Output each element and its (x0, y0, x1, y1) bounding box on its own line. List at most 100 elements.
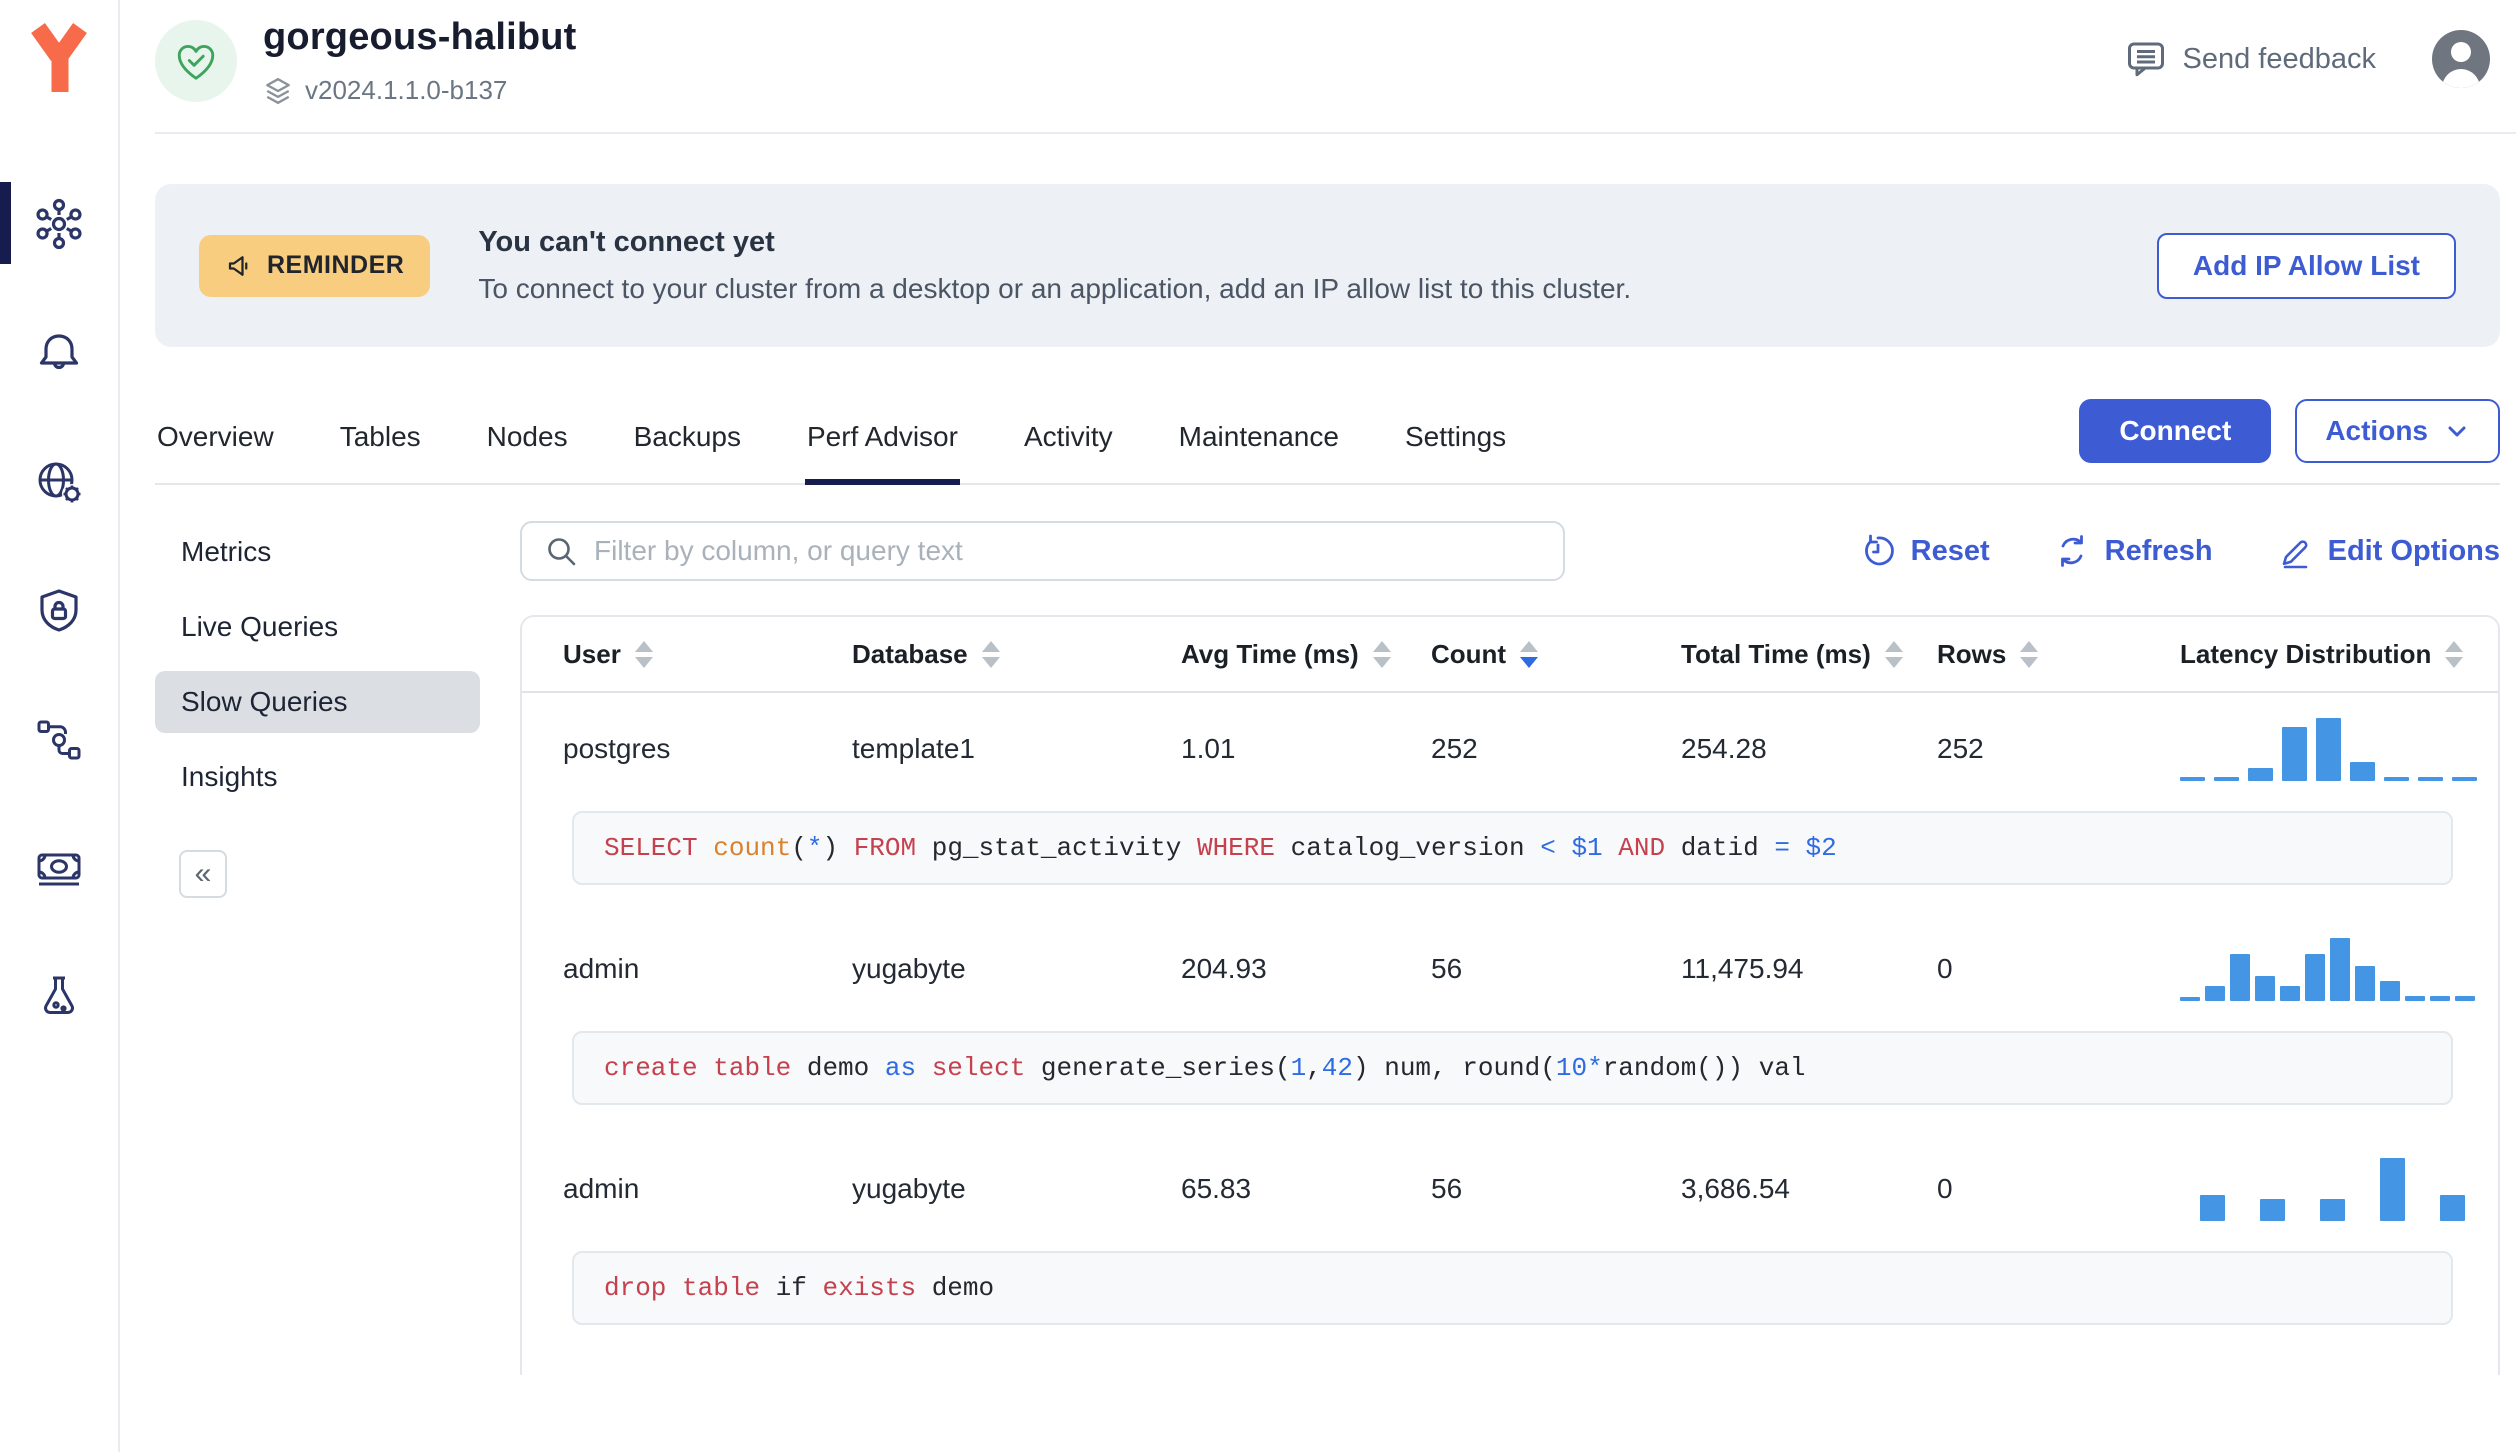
yugabyte-logo[interactable] (27, 22, 91, 98)
cell-database: yugabyte (852, 953, 966, 984)
subnav-item-insights[interactable]: Insights (155, 746, 480, 808)
edit-options-label: Edit Options (2327, 534, 2500, 567)
edit-options-button[interactable]: Edit Options (2277, 533, 2500, 569)
column-label: User (563, 638, 621, 669)
column-header-database[interactable]: Database (852, 639, 1181, 670)
rail-item-alerts[interactable] (0, 317, 118, 389)
send-feedback-label: Send feedback (2182, 42, 2376, 75)
cell-rows: 0 (1937, 1173, 1953, 1204)
cluster-icon (36, 198, 82, 250)
filter-box (520, 521, 1565, 581)
cell-database: yugabyte (852, 1173, 966, 1204)
reminder-badge-label: REMINDER (267, 251, 405, 279)
refresh-button[interactable]: Refresh (2054, 533, 2213, 569)
rail-item-integrations[interactable] (0, 704, 118, 776)
cell-total-time-ms: 11,475.94 (1681, 953, 1804, 984)
tab-activity[interactable]: Activity (1022, 403, 1115, 485)
sort-arrows-icon (2020, 640, 2039, 668)
tab-nodes[interactable]: Nodes (485, 403, 570, 485)
layers-icon (266, 77, 290, 104)
histogram-bar (2180, 996, 2200, 1001)
page-header: gorgeous-halibut v2024.1.1.0-b137 Send f… (122, 0, 2516, 106)
cell-user: postgres (563, 733, 671, 764)
column-label: Latency Distribution (2180, 638, 2432, 669)
histogram-bar (2260, 1198, 2285, 1221)
refresh-icon (2060, 535, 2083, 567)
table-row[interactable]: postgres template1 1.01 252 254.28 252 (522, 693, 2498, 805)
histogram-bar (2350, 761, 2375, 781)
cluster-health-badge (155, 20, 237, 102)
cell-count: 56 (1431, 953, 1463, 984)
subnav-item-live-queries[interactable]: Live Queries (155, 596, 480, 658)
rail-item-clusters[interactable] (0, 182, 118, 264)
app-icon-rail (0, 0, 120, 1452)
column-label: Avg Time (ms) (1181, 638, 1359, 669)
reminder-badge: REMINDER (199, 234, 431, 297)
histogram-bar (2255, 975, 2275, 1001)
reset-history-icon (1864, 534, 1894, 566)
connect-button[interactable]: Connect (2079, 399, 2272, 463)
query-text-block: drop table if exists demo (572, 1251, 2453, 1325)
chevron-down-icon (2448, 426, 2466, 437)
histogram-bar (2430, 995, 2450, 1001)
column-header-rows[interactable]: Rows (1937, 639, 2180, 670)
actions-menu-button[interactable]: Actions (2295, 399, 2500, 463)
histogram-bar (2380, 980, 2400, 1001)
histogram-bar (2280, 985, 2300, 1001)
cell-total-time-ms: 254.28 (1681, 733, 1767, 764)
subnav-item-metrics[interactable]: Metrics (155, 521, 480, 583)
latency-histogram (2200, 1157, 2465, 1221)
column-label: Count (1431, 638, 1507, 669)
slow-queries-table: User Database Avg Time (ms) Count Total Time… (520, 615, 2500, 1375)
collapse-sidebar-button[interactable]: « (179, 850, 227, 898)
tab-maintenance[interactable]: Maintenance (1177, 403, 1341, 485)
sort-arrows-icon (634, 640, 653, 668)
cell-rows: 252 (1937, 733, 1984, 764)
table-row[interactable]: admin yugabyte 65.83 56 3,686.54 0 (522, 1133, 2498, 1245)
cell-avg-time-ms: 1.01 (1181, 733, 1236, 764)
send-feedback-button[interactable]: Send feedback (2125, 38, 2376, 80)
column-label: Rows (1937, 638, 2007, 669)
actions-menu-label: Actions (2325, 415, 2428, 446)
tab-overview[interactable]: Overview (155, 403, 276, 485)
tab-backups[interactable]: Backups (632, 403, 743, 485)
histogram-bar (2230, 953, 2250, 1001)
search-icon (548, 538, 576, 566)
page-title: gorgeous-halibut (263, 16, 577, 58)
histogram-bar (2330, 937, 2350, 1001)
sort-arrows-icon (1520, 640, 1539, 668)
alerts-bell-icon (39, 334, 79, 370)
cell-avg-time-ms: 65.83 (1181, 1173, 1252, 1204)
cell-count: 56 (1431, 1173, 1463, 1204)
histogram-bar (2418, 776, 2443, 781)
tab-settings[interactable]: Settings (1403, 403, 1508, 485)
add-ip-allow-list-button[interactable]: Add IP Allow List (2156, 232, 2456, 299)
feedback-bubble-icon (2127, 42, 2164, 77)
rail-item-security[interactable] (0, 575, 118, 647)
filter-input[interactable] (594, 535, 1541, 567)
tab-perf-advisor[interactable]: Perf Advisor (804, 403, 960, 485)
rail-item-network[interactable] (0, 446, 118, 518)
megaphone-icon (228, 255, 248, 276)
column-header-user[interactable]: User (563, 639, 852, 670)
histogram-bar (2384, 776, 2409, 781)
reset-button[interactable]: Reset (1860, 533, 1990, 569)
histogram-bar (2282, 726, 2307, 781)
column-header-total-time-ms[interactable]: Total Time (ms) (1681, 639, 1937, 670)
tab-tables[interactable]: Tables (338, 403, 423, 485)
histogram-bar (2320, 1198, 2345, 1221)
banner-title: You can't connect yet (478, 226, 775, 258)
cell-count: 252 (1431, 733, 1478, 764)
column-label: Total Time (ms) (1681, 638, 1871, 669)
column-header-avg-time-ms[interactable]: Avg Time (ms) (1181, 639, 1431, 670)
table-row[interactable]: admin yugabyte 204.93 56 11,475.94 0 (522, 913, 2498, 1025)
rail-item-labs[interactable] (0, 962, 118, 1034)
column-header-count[interactable]: Count (1431, 639, 1681, 670)
rail-item-billing[interactable] (0, 833, 118, 905)
user-avatar[interactable] (2432, 30, 2490, 88)
histogram-bar (2380, 1157, 2405, 1221)
subnav-item-slow-queries[interactable]: Slow Queries (155, 671, 480, 733)
edit-pencil-icon (2282, 540, 2308, 569)
column-header-latency-distribution[interactable]: Latency Distribution (2180, 639, 2465, 670)
cell-latency-distribution (2180, 913, 2475, 1025)
